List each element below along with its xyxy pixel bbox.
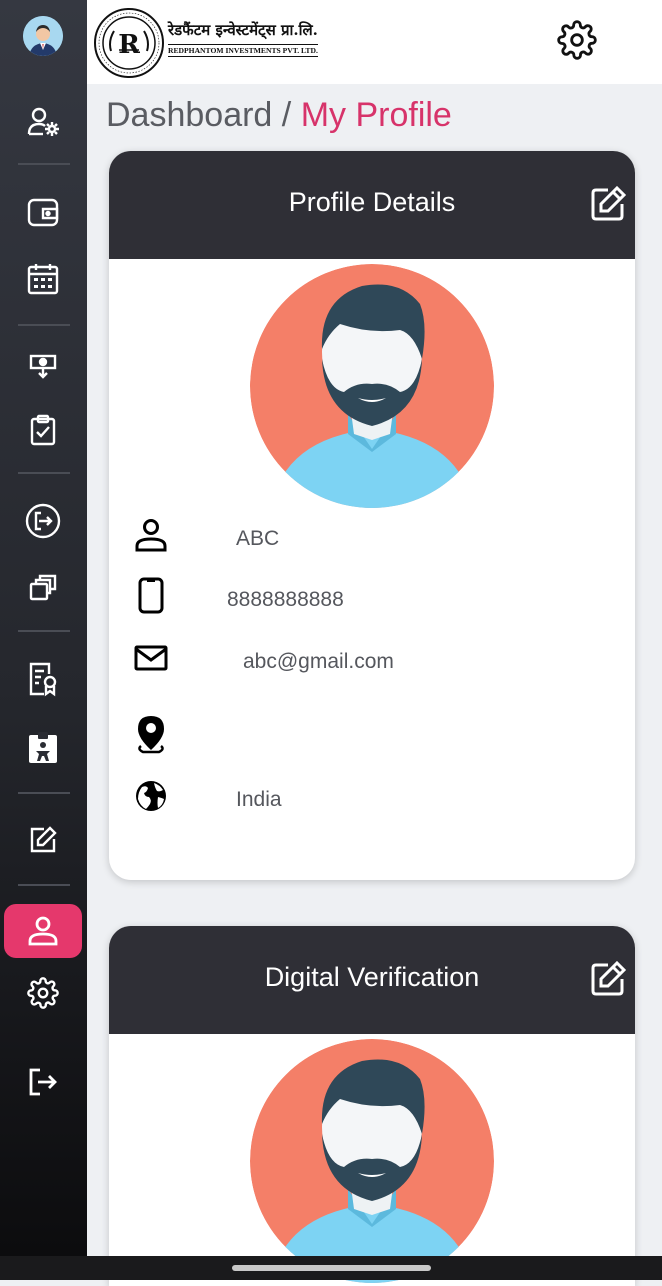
brand-name-hindi: रेडफैंटम इन्वेस्टमेंट्स प्रा.लि. (168, 21, 318, 39)
money-icon[interactable] (23, 346, 63, 386)
email-row: abc@gmail.com (109, 638, 635, 688)
card-title: Profile Details (288, 187, 456, 217)
profile-name: ABC (236, 527, 280, 550)
sidebar (0, 0, 87, 1256)
mail-icon (131, 638, 171, 678)
svg-text:R: R (118, 30, 140, 60)
sidebar-divider (18, 792, 70, 794)
breadcrumb-root[interactable]: Dashboard (106, 96, 272, 134)
sidebar-divider (18, 324, 70, 326)
globe-icon (131, 776, 171, 816)
phone-icon (131, 575, 171, 615)
home-gesture-handle[interactable] (232, 1265, 431, 1271)
gear-icon[interactable] (23, 973, 63, 1013)
exit-circle-icon[interactable] (23, 501, 63, 541)
logout-icon[interactable] (23, 1062, 63, 1102)
digital-verification-card: Digital Verification (109, 926, 635, 1286)
phone-row: 8888888888 (109, 575, 635, 625)
profile-country: India (236, 788, 282, 811)
settings-gear-icon[interactable] (557, 20, 597, 60)
profile-avatar (250, 264, 494, 508)
profile-icon[interactable] (23, 911, 63, 951)
user-icon (131, 515, 171, 555)
sidebar-divider (18, 630, 70, 632)
name-row: ABC (109, 515, 635, 565)
calendar-icon[interactable] (23, 259, 63, 299)
breadcrumb-separator: / (281, 96, 292, 134)
user-avatar[interactable] (23, 16, 63, 56)
location-pin-icon (131, 714, 171, 754)
breadcrumb: Dashboard / My Profile (106, 96, 452, 135)
card-title: Digital Verification (264, 962, 480, 992)
location-row (109, 714, 635, 764)
profile-email: abc@gmail.com (243, 650, 394, 673)
edit-profile-icon[interactable] (589, 185, 627, 223)
wallet-icon[interactable] (23, 192, 63, 232)
sidebar-divider (18, 472, 70, 474)
profile-details-card: Profile Details ABC 8888888888 abc@gmail… (109, 151, 635, 880)
profile-phone: 8888888888 (227, 588, 344, 611)
card-header: Digital Verification (109, 926, 635, 1034)
brand-name-english: REDPHANTOM INVESTMENTS PVT. LTD. (168, 44, 318, 57)
card-header: Profile Details (109, 151, 635, 259)
stack-icon[interactable] (23, 568, 63, 608)
edit-icon[interactable] (23, 820, 63, 860)
clipboard-check-icon[interactable] (23, 410, 63, 450)
breadcrumb-current: My Profile (300, 96, 452, 134)
company-logo[interactable]: R रेडफैंटम इन्वेस्टमेंट्स प्रा.लि. REDPH… (94, 7, 344, 79)
top-bar: R रेडफैंटम इन्वेस्टमेंट्स प्रा.लि. REDPH… (87, 0, 662, 84)
sidebar-divider (18, 884, 70, 886)
id-badge-icon[interactable] (23, 728, 63, 768)
certificate-icon[interactable] (23, 659, 63, 699)
country-row: India (109, 776, 635, 826)
user-settings-icon[interactable] (23, 102, 63, 142)
verification-avatar (250, 1039, 494, 1283)
sidebar-divider (18, 163, 70, 165)
edit-verification-icon[interactable] (589, 960, 627, 998)
